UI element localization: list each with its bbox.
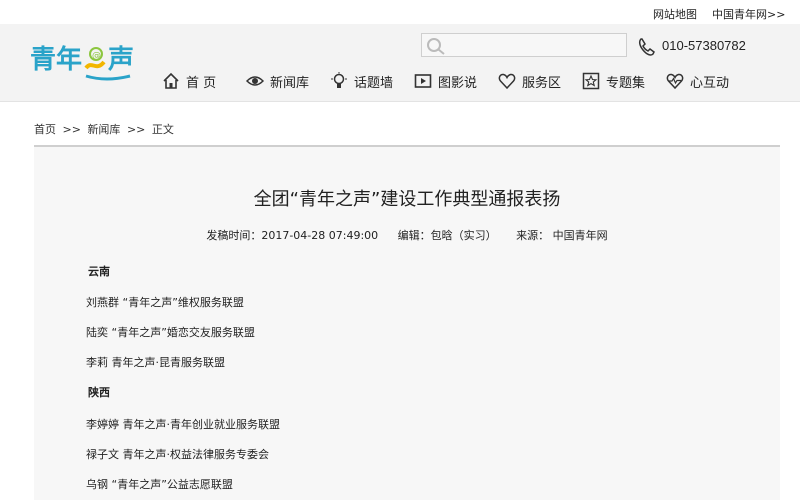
search-icon[interactable] bbox=[426, 37, 446, 55]
heart-outline-icon bbox=[498, 73, 516, 90]
article-title: 全团“青年之声”建设工作典型通报表扬 bbox=[253, 189, 561, 210]
svg-text:青年: 青年 bbox=[30, 44, 82, 75]
list-item: 李莉 青年之声·昆青服务联盟 bbox=[86, 356, 225, 369]
breadcrumb-news[interactable]: 新闻库 bbox=[87, 123, 120, 136]
publish-time: 发稿时间：2017-04-28 07:49:00 bbox=[206, 229, 379, 242]
eye-icon bbox=[246, 76, 264, 86]
hotline-number: 010-57380782 bbox=[662, 38, 746, 53]
nav-item-topics[interactable]: 话题墙 bbox=[330, 71, 393, 91]
editor: 编辑：包晗（实习） bbox=[397, 229, 497, 242]
list-item: 禄子文 青年之声·权益法律服务专委会 bbox=[86, 448, 269, 461]
cyol-link[interactable]: 中国青年网>> bbox=[712, 6, 785, 22]
heartbeat-icon bbox=[666, 73, 684, 90]
nav-item-home[interactable]: 首 页 bbox=[162, 71, 216, 91]
breadcrumb-separator: >> bbox=[62, 123, 81, 136]
nav-item-interact[interactable]: 心互动 bbox=[666, 71, 729, 91]
breadcrumb: 首页 >> 新闻库 >> 正文 bbox=[34, 121, 174, 137]
svg-text:@: @ bbox=[92, 51, 101, 61]
home-icon bbox=[163, 72, 179, 89]
nav-item-media[interactable]: 图影说 bbox=[414, 71, 477, 91]
breadcrumb-home[interactable]: 首页 bbox=[34, 123, 56, 136]
nav-item-services[interactable]: 服务区 bbox=[498, 71, 561, 91]
breadcrumb-separator: >> bbox=[126, 123, 146, 136]
breadcrumb-current: 正文 bbox=[151, 123, 174, 136]
list-item: 李婷婷 青年之声·青年创业就业服务联盟 bbox=[86, 418, 280, 431]
site-logo[interactable]: 青年 @ 声 bbox=[30, 38, 160, 82]
svg-text:声: 声 bbox=[108, 45, 134, 75]
list-item: 陆奕 “青年之声”婚恋交友服务联盟 bbox=[86, 326, 255, 339]
site-header: 青年 @ 声 010-57380782 首 页 新闻库 话题墙 图影说 服务区 … bbox=[0, 24, 800, 102]
phone-icon bbox=[636, 36, 658, 58]
sitemap-link[interactable]: 网站地图 bbox=[653, 6, 697, 22]
nav-item-news[interactable]: 新闻库 bbox=[246, 71, 309, 91]
search-box bbox=[421, 33, 627, 57]
source: 来源： 中国青年网 bbox=[516, 229, 608, 242]
star-box-icon bbox=[582, 72, 600, 90]
section-heading: 陕西 bbox=[88, 386, 110, 399]
section-heading: 云南 bbox=[88, 265, 110, 278]
article-meta: 发稿时间：2017-04-28 07:49:00 编辑：包晗（实习） 来源： 中… bbox=[34, 227, 780, 243]
article-card: 全团“青年之声”建设工作典型通报表扬 发稿时间：2017-04-28 07:49… bbox=[34, 145, 780, 500]
list-item: 刘燕群 “青年之声”维权服务联盟 bbox=[86, 296, 244, 309]
film-icon bbox=[414, 74, 432, 88]
bulb-icon bbox=[331, 72, 347, 88]
search-input[interactable] bbox=[450, 35, 620, 55]
top-utility-bar: 网站地图 中国青年网>> bbox=[0, 0, 800, 24]
nav-item-specials[interactable]: 专题集 bbox=[582, 71, 645, 91]
list-item: 乌钢 “青年之声”公益志愿联盟 bbox=[86, 478, 233, 491]
